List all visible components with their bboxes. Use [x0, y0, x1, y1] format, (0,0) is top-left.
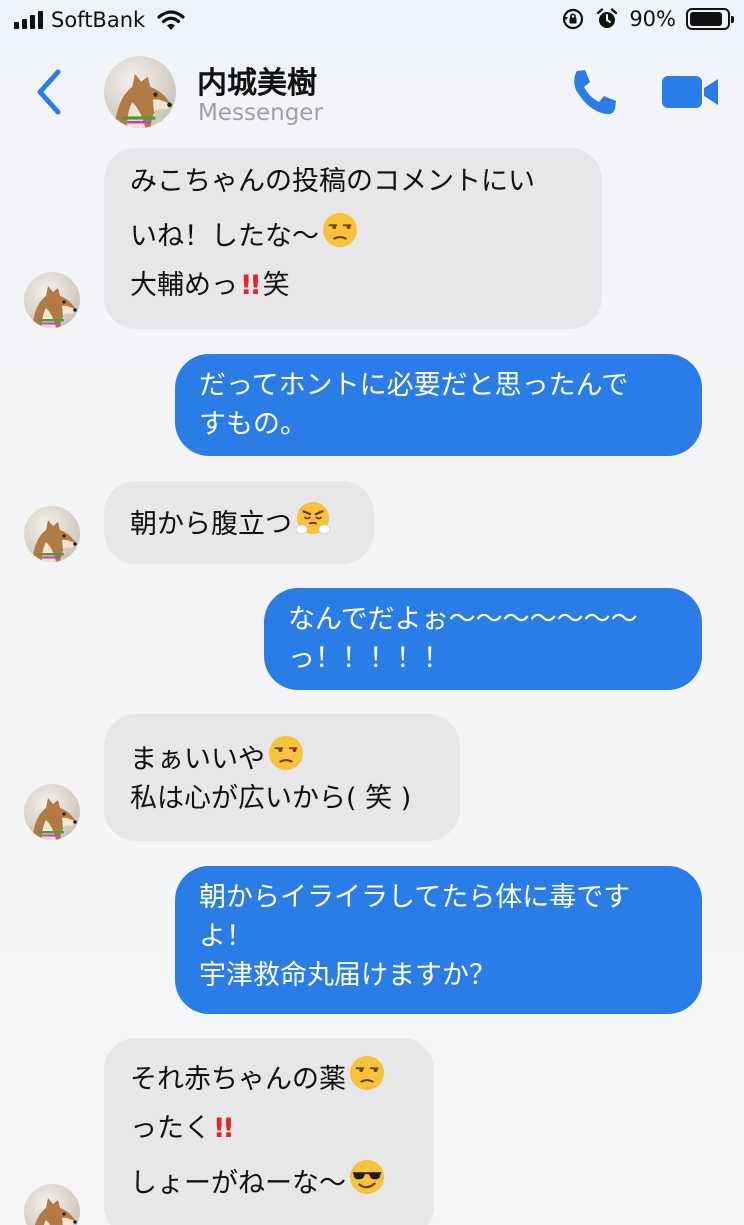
carrier-name: SoftBank	[51, 8, 146, 32]
battery-percentage: 90%	[629, 7, 676, 31]
smiling-face-with-sunglasses-icon	[348, 1158, 386, 1196]
incoming-message-bubble[interactable]: それ赤ちゃんの薬 ったく!! しょーがねーな〜	[104, 1038, 434, 1225]
alarm-clock-icon	[597, 8, 618, 28]
message-text-line: よ！	[199, 921, 253, 953]
outgoing-message-bubble[interactable]: 朝からイライラしてたら体に毒です よ！ 宇津救命丸届けますか？	[175, 866, 702, 1014]
incoming-message-bubble[interactable]: 朝から腹立つ	[104, 481, 374, 564]
message-text-line: 朝から腹立つ	[130, 499, 348, 544]
incoming-message-bubble[interactable]: みこちゃんの投稿のコメントにい いね！したな〜 大輔めっ!! 笑	[104, 148, 602, 329]
outgoing-message-bubble[interactable]: なんでだよぉ〜〜〜〜〜〜〜 っ！！！！！	[264, 588, 702, 690]
conversation-header: 内城美樹 Messenger	[0, 40, 744, 140]
outgoing-message-bubble[interactable]: だってホントに必要だと思ったんで すもの。	[175, 354, 702, 456]
contact-avatar-small[interactable]	[24, 1184, 80, 1225]
contact-subtitle: Messenger	[198, 100, 323, 126]
message-text-line: だってホントに必要だと思ったんで	[199, 370, 629, 401]
battery-icon	[686, 8, 734, 30]
message-text-line: まぁいいや	[130, 734, 434, 779]
message-text-line: なんでだよぉ〜〜〜〜〜〜〜	[288, 604, 638, 635]
video-camera-icon[interactable]	[660, 70, 722, 114]
phone-icon[interactable]	[568, 66, 620, 118]
unamused-face-icon	[267, 734, 305, 772]
contact-avatar-small[interactable]	[24, 506, 80, 562]
message-text-line: すもの。	[199, 409, 307, 441]
rotation-lock-icon	[563, 8, 584, 30]
message-text-line: 朝からイライラしてたら体に毒です	[199, 882, 631, 913]
message-text-line: それ赤ちゃんの薬	[130, 1054, 408, 1099]
contact-avatar-small[interactable]	[24, 272, 80, 328]
message-text-line: っ！！！！！	[288, 643, 450, 675]
message-text-line: しょーがねーな〜	[130, 1158, 408, 1203]
message-text-line: 宇津救命丸届けますか？	[199, 960, 496, 992]
contact-name[interactable]: 内城美樹	[197, 58, 317, 102]
wifi-icon	[157, 10, 185, 30]
unamused-face-icon	[321, 211, 359, 249]
back-chevron-icon[interactable]	[30, 64, 70, 120]
message-text-line: いね！したな〜	[130, 211, 576, 256]
unamused-face-icon	[348, 1054, 386, 1092]
face-with-steam-icon	[294, 499, 332, 537]
double-exclamation-icon: !!	[240, 270, 262, 302]
message-text-line: 私は心が広いから( 笑 )	[130, 783, 412, 815]
contact-avatar-small[interactable]	[24, 784, 80, 840]
incoming-message-bubble[interactable]: まぁいいや 私は心が広いから( 笑 )	[104, 714, 460, 841]
message-text-line: 大輔めっ!! 笑	[130, 270, 290, 302]
double-exclamation-icon: !!	[213, 1113, 235, 1145]
message-text-line: ったく!!	[130, 1113, 235, 1145]
cellular-signal-icon	[14, 11, 43, 29]
contact-avatar[interactable]	[104, 56, 176, 128]
message-text-line: みこちゃんの投稿のコメントにい	[130, 166, 535, 197]
status-bar: SoftBank 90%	[0, 0, 744, 40]
